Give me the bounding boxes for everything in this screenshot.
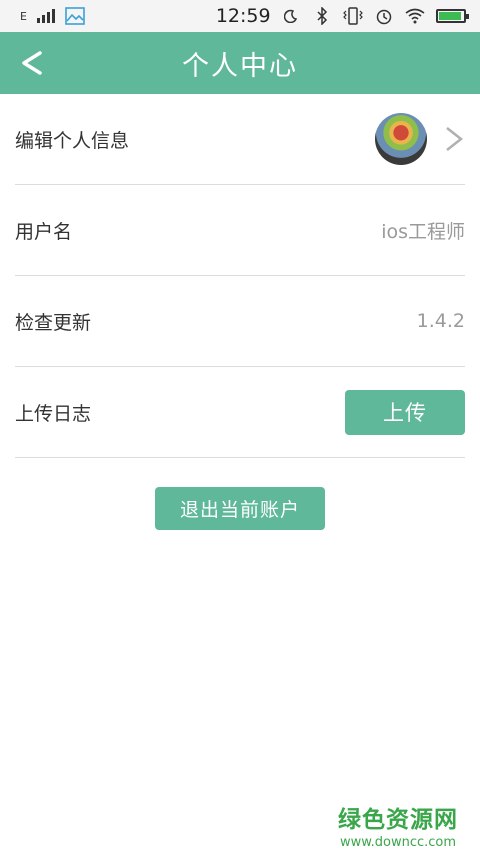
check-update-label: 检查更新 [15,311,92,334]
status-bar: E 12:59 [0,0,480,32]
list-item-check-update[interactable]: 检查更新 1.4.2 [15,276,465,367]
alarm-icon [374,6,394,26]
vibrate-icon [343,6,363,26]
list-item-upload-log: 上传日志 上传 [15,367,465,458]
watermark-url: www.downcc.com [339,835,457,850]
chevron-right-icon [446,127,464,151]
network-type: E [20,9,27,23]
logout-button[interactable]: 退出当前账户 [155,487,325,530]
image-icon [65,6,85,26]
version-value: 1.4.2 [416,310,465,332]
check-update-right: 1.4.2 [417,310,465,332]
battery-level [439,12,461,20]
back-button[interactable] [14,45,50,81]
signal-bars-icon [36,9,55,23]
app-header: 个人中心 [0,32,480,94]
settings-list: 编辑个人信息 用户名 ios工程师 检查更新 1.4.2 上传日志 上传 [0,94,480,458]
upload-log-label: 上传日志 [15,402,92,425]
watermark-logo: 绿色资源网 [338,807,458,833]
moon-icon [281,6,301,26]
list-item-edit-profile[interactable]: 编辑个人信息 [15,94,465,185]
avatar[interactable] [375,113,427,165]
battery-icon [436,9,469,23]
back-arrow-icon [22,51,42,75]
wifi-icon [405,6,425,26]
username-value: ios工程师 [381,220,465,243]
bluetooth-icon [312,6,332,26]
screen: E 12:59 个人中心 编辑个人信息 用户名 ios工程师 检查更新 1.4.… [0,0,480,854]
username-label: 用户名 [15,220,73,243]
list-item-username: 用户名 ios工程师 [15,185,465,276]
username-right: ios工程师 [381,217,465,244]
upload-button[interactable]: 上传 [345,389,465,435]
edit-profile-right [375,113,465,165]
status-time: 12:59 [215,5,271,27]
status-right [281,6,469,26]
watermark: 绿色资源网 www.downcc.com [338,800,458,850]
status-left: E [14,6,193,26]
page-title: 个人中心 [182,50,298,82]
upload-log-right: 上传 [345,389,465,435]
edit-profile-label: 编辑个人信息 [15,129,130,152]
